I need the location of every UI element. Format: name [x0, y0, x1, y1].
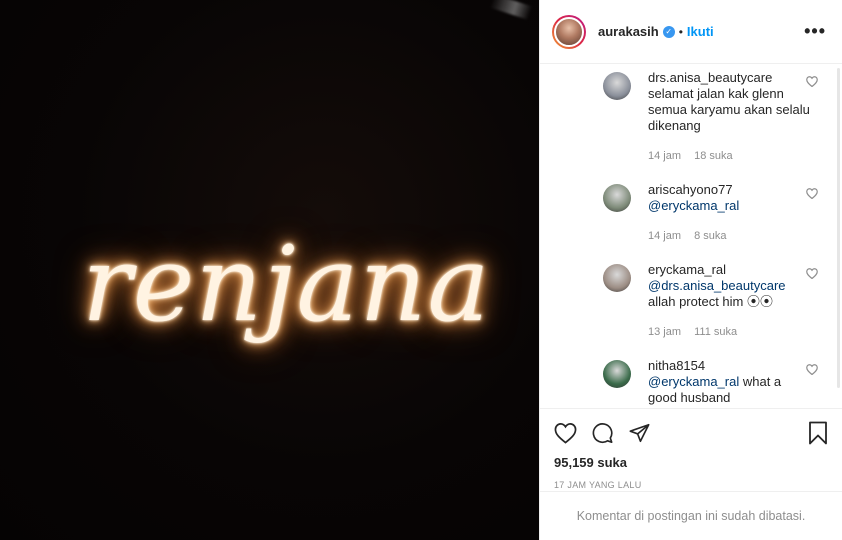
commenter-username[interactable]: drs.anisa_beautycare [648, 70, 812, 86]
comment-meta: 13 jam 111 suka [648, 324, 812, 340]
comments-disabled-footer: Komentar di postingan ini sudah dibatasi… [540, 491, 842, 540]
comment-text: selamat jalan kak glenn semua karyamu ak… [648, 86, 812, 134]
post-timestamp[interactable]: 17 JAM YANG LALU [554, 480, 828, 490]
likes-count[interactable]: 95,159 suka [554, 455, 828, 470]
comment-time[interactable]: 13 jam [648, 326, 681, 338]
header-separator: • [678, 24, 683, 39]
comment-item: eryckama_ral @drs.anisa_beautycare allah … [540, 262, 842, 358]
author-avatar[interactable] [552, 14, 586, 49]
comment-likes[interactable]: 18 suka [694, 150, 733, 162]
share-icon[interactable] [628, 422, 651, 444]
comment-mention[interactable]: @eryckama_ral [648, 374, 739, 389]
neon-sign-text: renjana [82, 223, 491, 345]
comment-time[interactable]: 14 jam [648, 230, 681, 242]
verified-badge-icon: ✓ [662, 25, 675, 38]
comment-body: ariscahyono77 @eryckama_ral 14 jam 8 suk… [648, 182, 812, 262]
comment-time[interactable]: 14 jam [648, 150, 681, 162]
commenter-username[interactable]: eryckama_ral [648, 262, 812, 278]
comment-mention[interactable]: @eryckama_ral [648, 198, 739, 213]
comment-like-icon[interactable] [806, 364, 818, 376]
comment-text: @eryckama_ral [648, 198, 812, 214]
commenter-avatar[interactable] [603, 184, 631, 212]
commenter-username[interactable]: nitha8154 [648, 358, 812, 374]
follow-button[interactable]: Ikuti [687, 24, 714, 39]
comment-text-before: selamat jalan kak glenn semua karyamu ak… [648, 86, 810, 133]
comment-text: @drs.anisa_beautycare allah protect him ⦿… [648, 278, 812, 310]
comments-list[interactable]: drs.anisa_beautycare selamat jalan kak g… [540, 64, 842, 409]
commenter-username[interactable]: ariscahyono77 [648, 182, 812, 198]
comment-mention[interactable]: @drs.anisa_beautycare [648, 278, 786, 293]
commenter-avatar[interactable] [603, 72, 631, 100]
comment-like-icon[interactable] [806, 268, 818, 280]
comment-like-icon[interactable] [806, 76, 818, 88]
bookmark-icon[interactable] [808, 421, 828, 445]
comment-body: drs.anisa_beautycare selamat jalan kak g… [648, 70, 812, 182]
instagram-post-view: renjana aurakasih ✓ • Ikuti ••• drs.anis… [0, 0, 842, 540]
comment-body: nitha8154 @eryckama_ral what a good husb… [648, 358, 812, 409]
commenter-avatar[interactable] [603, 360, 631, 388]
post-header: aurakasih ✓ • Ikuti ••• [540, 0, 842, 64]
comment-likes[interactable]: 8 suka [694, 230, 726, 242]
commenter-avatar[interactable] [603, 264, 631, 292]
more-options-icon[interactable]: ••• [804, 21, 826, 42]
comment-text-after: allah protect him ⦿⦿ [648, 294, 773, 309]
comment-like-icon[interactable] [806, 188, 818, 200]
comment-item: drs.anisa_beautycare selamat jalan kak g… [540, 70, 842, 182]
comment-likes[interactable]: 111 suka [694, 326, 737, 338]
post-media[interactable]: renjana [0, 0, 539, 540]
light-streak [489, 0, 533, 20]
comment-text: @eryckama_ral what a good husband [648, 374, 812, 406]
post-actions: 95,159 suka 17 JAM YANG LALU [540, 408, 842, 490]
author-username[interactable]: aurakasih [598, 24, 659, 39]
comments-disabled-notice: Komentar di postingan ini sudah dibatasi… [576, 509, 806, 523]
comment-meta: 14 jam 8 suka [648, 228, 812, 244]
post-side-panel: aurakasih ✓ • Ikuti ••• drs.anisa_beauty… [539, 0, 842, 540]
heart-icon[interactable] [554, 422, 577, 444]
comment-item: nitha8154 @eryckama_ral what a good husb… [540, 358, 842, 409]
comment-body: eryckama_ral @drs.anisa_beautycare allah … [648, 262, 812, 358]
comment-item: ariscahyono77 @eryckama_ral 14 jam 8 suk… [540, 182, 842, 262]
comment-meta: 14 jam 18 suka [648, 148, 812, 164]
comment-icon[interactable] [591, 422, 614, 444]
